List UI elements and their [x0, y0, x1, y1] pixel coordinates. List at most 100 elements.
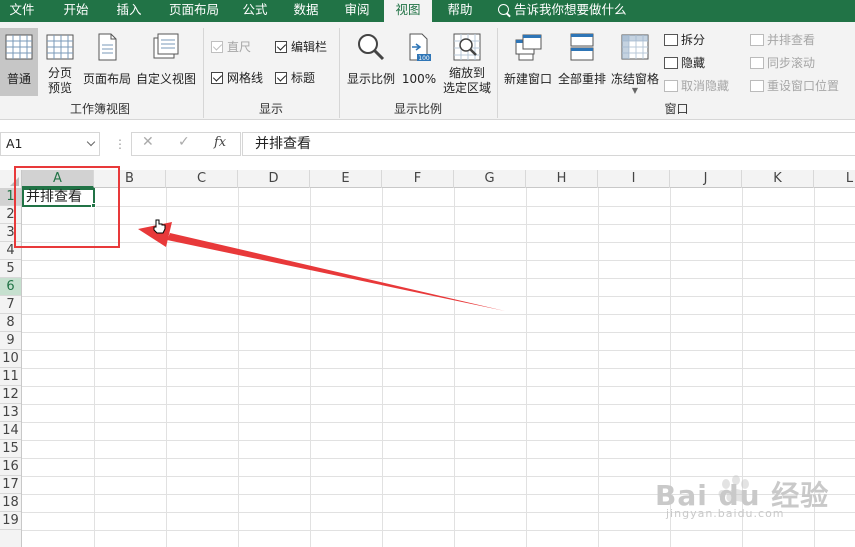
zoom-button[interactable]: 显示比例 — [344, 28, 398, 96]
column-header-d[interactable]: D — [238, 170, 310, 188]
zoom-100-button[interactable]: 100 100% — [400, 28, 438, 96]
split-button[interactable]: 拆分 — [664, 32, 705, 48]
custom-views-button[interactable]: 自定义视图 — [134, 28, 198, 96]
gridline-horizontal — [22, 260, 855, 261]
row-header-8[interactable]: 8 — [0, 314, 21, 332]
zoom-to-selection-button[interactable]: 缩放到 选定区域 — [440, 28, 494, 96]
new-window-label: 新建窗口 — [503, 72, 552, 86]
zoom-selection-label-1: 缩放到 — [448, 66, 485, 80]
tab-page-layout[interactable]: 页面布局 — [160, 0, 228, 22]
row-header-13[interactable]: 13 — [0, 404, 21, 422]
checkbox-icon — [211, 72, 223, 84]
formula-input[interactable]: 并排查看 — [242, 132, 855, 156]
unhide-button[interactable]: 取消隐藏 — [664, 78, 729, 94]
gridline-horizontal — [22, 278, 855, 279]
headings-checkbox[interactable]: 标题 — [275, 71, 315, 85]
checkbox-icon — [211, 41, 223, 53]
split-icon — [664, 34, 678, 46]
column-header-c[interactable]: C — [166, 170, 238, 188]
gridline-horizontal — [22, 404, 855, 405]
hide-button[interactable]: 隐藏 — [664, 55, 705, 71]
ribbon-view: 普通 分页 预览 页面布局 自定义视图 工作簿视图 直尺 编辑栏 网格线 标题 … — [0, 22, 855, 120]
reset-position-icon — [750, 80, 764, 92]
gridlines-label: 网格线 — [227, 71, 264, 85]
column-headers: ABCDEFGHIJKL — [0, 170, 855, 188]
gridline-horizontal — [22, 296, 855, 297]
gridline-horizontal — [22, 386, 855, 387]
chevron-down-icon[interactable] — [86, 137, 96, 147]
reset-window-position-button[interactable]: 重设窗口位置 — [750, 78, 839, 94]
ruler-label: 直尺 — [227, 40, 252, 54]
formula-bar-grip-icon[interactable]: ⋮ — [114, 137, 126, 151]
gridlines-checkbox[interactable]: 网格线 — [211, 71, 263, 85]
tab-home[interactable]: 开始 — [54, 0, 98, 22]
page-layout-label: 页面布局 — [82, 72, 131, 86]
row-header-18[interactable]: 18 — [0, 494, 21, 512]
page-layout-view-button[interactable]: 页面布局 — [82, 28, 132, 96]
column-header-l[interactable]: L — [814, 170, 855, 188]
column-header-f[interactable]: F — [382, 170, 454, 188]
ruler-checkbox[interactable]: 直尺 — [211, 40, 251, 54]
sync-scroll-icon — [750, 57, 764, 69]
gridline-horizontal — [22, 224, 855, 225]
freeze-panes-button[interactable]: 冻结窗格 ▼ — [609, 28, 661, 100]
row-header-6[interactable]: 6 — [0, 278, 21, 296]
search-icon — [498, 4, 509, 15]
column-header-h[interactable]: H — [526, 170, 598, 188]
column-header-i[interactable]: I — [598, 170, 670, 188]
enter-icon[interactable]: ✓ — [178, 134, 190, 150]
cancel-icon[interactable]: ✕ — [142, 134, 154, 150]
page-break-preview-button[interactable]: 分页 预览 — [40, 28, 80, 96]
synchronous-scrolling-label: 同步滚动 — [767, 56, 816, 70]
row-header-12[interactable]: 12 — [0, 386, 21, 404]
gridline-horizontal — [22, 440, 855, 441]
normal-view-button[interactable]: 普通 — [0, 28, 38, 96]
gridline-horizontal — [22, 242, 855, 243]
tab-formulas[interactable]: 公式 — [235, 0, 275, 22]
formula-bar-checkbox[interactable]: 编辑栏 — [275, 40, 327, 54]
gridline-horizontal — [22, 206, 855, 207]
new-window-button[interactable]: 新建窗口 — [502, 28, 554, 96]
gridline-horizontal — [22, 422, 855, 423]
tab-insert[interactable]: 插入 — [107, 0, 151, 22]
formula-bar: A1 ⋮ ✕ ✓ fx 并排查看 — [0, 120, 855, 170]
name-box[interactable]: A1 — [0, 132, 100, 156]
column-header-k[interactable]: K — [742, 170, 814, 188]
column-header-g[interactable]: G — [454, 170, 526, 188]
page-break-label-2: 预览 — [47, 81, 72, 95]
row-header-7[interactable]: 7 — [0, 296, 21, 314]
split-label: 拆分 — [681, 33, 706, 47]
hand-cursor-icon — [153, 219, 166, 234]
arrange-all-label: 全部重排 — [557, 72, 606, 86]
tab-help[interactable]: 帮助 — [440, 0, 480, 22]
page-break-preview-icon — [46, 34, 74, 60]
column-header-j[interactable]: J — [670, 170, 742, 188]
name-box-value: A1 — [6, 136, 23, 151]
tab-data[interactable]: 数据 — [286, 0, 326, 22]
arrange-all-button[interactable]: 全部重排 — [556, 28, 608, 96]
row-header-16[interactable]: 16 — [0, 458, 21, 476]
row-header-5[interactable]: 5 — [0, 260, 21, 278]
row-header-17[interactable]: 17 — [0, 476, 21, 494]
column-header-e[interactable]: E — [310, 170, 382, 188]
gridline-horizontal — [22, 332, 855, 333]
hide-label: 隐藏 — [681, 56, 706, 70]
freeze-panes-label: 冻结窗格 — [610, 72, 659, 86]
zoom-100-label: 100% — [401, 72, 437, 86]
normal-view-label: 普通 — [6, 72, 31, 86]
row-header-11[interactable]: 11 — [0, 368, 21, 386]
row-header-9[interactable]: 9 — [0, 332, 21, 350]
tab-file[interactable]: 文件 — [0, 0, 44, 22]
synchronous-scrolling-button[interactable]: 同步滚动 — [750, 55, 815, 71]
row-header-10[interactable]: 10 — [0, 350, 21, 368]
tab-view[interactable]: 视图 — [384, 0, 432, 24]
row-header-15[interactable]: 15 — [0, 440, 21, 458]
row-header-19[interactable]: 19 — [0, 512, 21, 530]
gridline-horizontal — [22, 350, 855, 351]
view-side-by-side-button[interactable]: 并排查看 — [750, 32, 815, 48]
tab-review[interactable]: 审阅 — [337, 0, 377, 22]
row-header-14[interactable]: 14 — [0, 422, 21, 440]
tell-me-search[interactable]: 告诉我你想要做什么 — [498, 0, 627, 22]
insert-function-icon[interactable]: fx — [214, 135, 226, 150]
tell-me-label: 告诉我你想要做什么 — [514, 2, 627, 17]
